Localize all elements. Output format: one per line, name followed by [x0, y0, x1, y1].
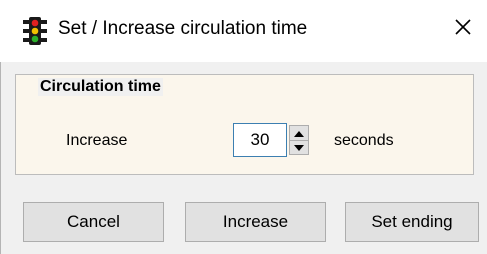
spin-buttons	[289, 125, 309, 155]
set-ending-button[interactable]: Set ending	[345, 202, 479, 242]
arrow-down-icon	[294, 138, 304, 156]
title-bar[interactable]: Set / Increase circulation time	[0, 0, 487, 62]
increase-label: Increase	[66, 132, 128, 149]
increase-button[interactable]: Increase	[185, 202, 326, 242]
window-title: Set / Increase circulation time	[58, 18, 308, 39]
seconds-unit-label: seconds	[334, 132, 394, 149]
seconds-input[interactable]	[233, 123, 287, 157]
close-button[interactable]	[446, 12, 480, 46]
dialog-window: Set / Increase circulation time Circulat…	[0, 0, 487, 254]
group-title: Circulation time	[38, 78, 163, 96]
dialog-client-area: Circulation time Increase 30 seconds Can…	[0, 62, 487, 254]
spin-down-button[interactable]	[290, 140, 308, 154]
seconds-spinbox	[233, 123, 315, 157]
traffic-light-icon	[22, 16, 48, 46]
circulation-time-group: Circulation time Increase 30 seconds	[15, 74, 474, 175]
close-icon	[454, 18, 472, 41]
cancel-button[interactable]: Cancel	[23, 202, 164, 242]
